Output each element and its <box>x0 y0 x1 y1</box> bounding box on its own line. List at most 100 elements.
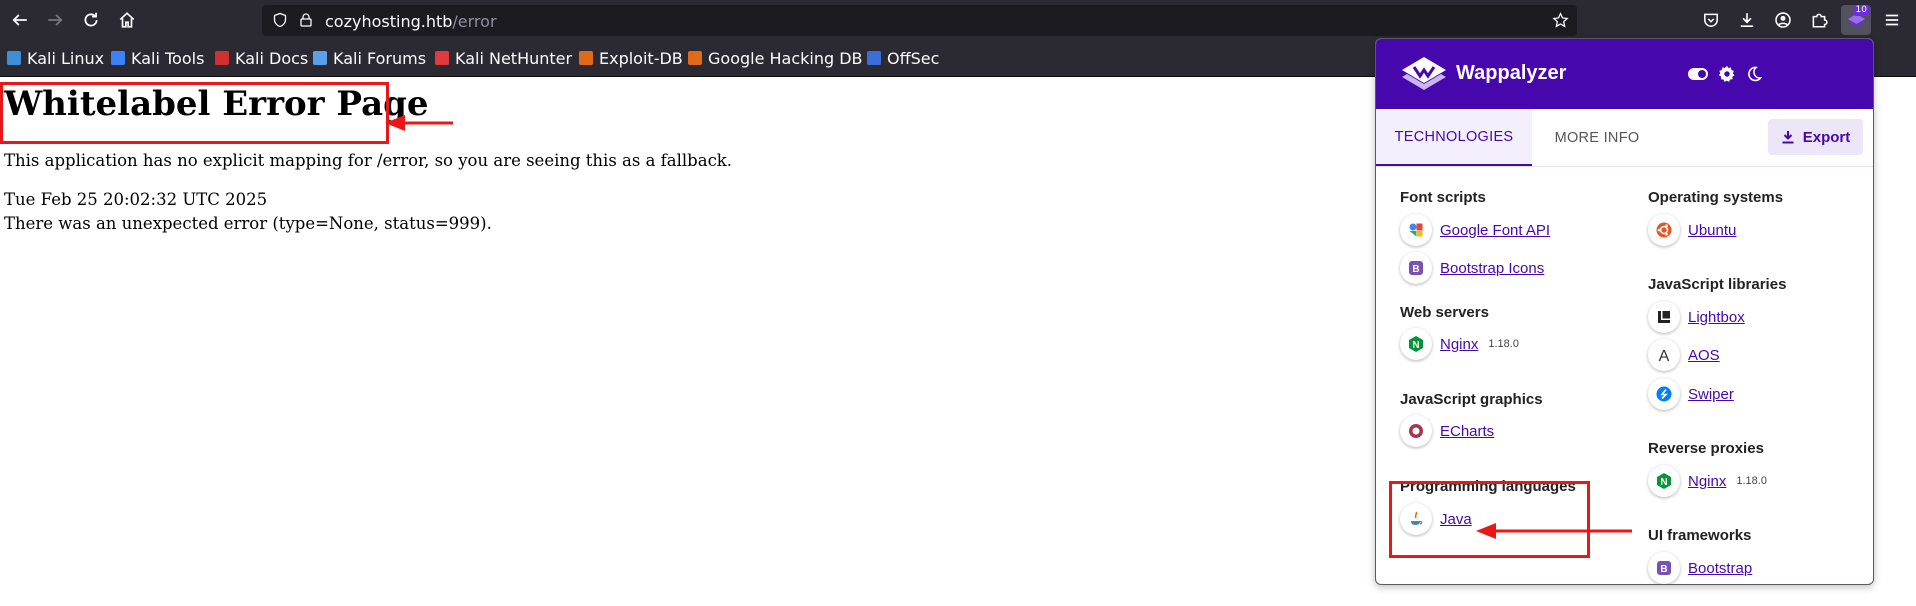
kali-forums-icon <box>313 51 327 65</box>
export-button[interactable]: Export <box>1768 119 1863 155</box>
swiper-icon <box>1648 378 1680 410</box>
tech-google-font-api[interactable]: Google Font API <box>1400 213 1550 247</box>
toggle-switch[interactable] <box>1686 62 1710 86</box>
exploit-db-icon <box>579 51 593 65</box>
tech-name[interactable]: Nginx <box>1688 473 1726 490</box>
dark-mode-button[interactable] <box>1742 62 1766 86</box>
tech-name[interactable]: AOS <box>1688 347 1720 364</box>
arrow-left-icon <box>12 14 27 26</box>
bookmark-kali-docs[interactable]: Kali Docs <box>215 48 308 68</box>
export-label: Export <box>1802 128 1851 146</box>
account-button[interactable] <box>1771 8 1795 32</box>
tech-name[interactable]: Ubuntu <box>1688 222 1736 239</box>
wappalyzer-extension-button[interactable]: 10 <box>1841 5 1871 35</box>
extensions-button[interactable] <box>1807 8 1831 32</box>
nginx-icon: N <box>1400 328 1432 360</box>
reload-icon <box>84 12 98 27</box>
puzzle-icon <box>1812 13 1828 28</box>
bookmark-label: Kali Docs <box>235 48 309 68</box>
category-operating-systems: Operating systems <box>1648 189 1784 206</box>
wappalyzer-extension-icon <box>1848 14 1865 27</box>
page-icon[interactable] <box>298 12 314 28</box>
svg-text:N: N <box>1412 340 1419 351</box>
pocket-icon <box>1704 13 1718 27</box>
echarts-icon <box>1400 415 1432 447</box>
google-font-icon <box>1400 214 1432 246</box>
tech-swiper[interactable]: Swiper <box>1648 377 1734 411</box>
bookmark-kali-tools[interactable]: Kali Tools <box>111 48 204 68</box>
tech-name[interactable]: Nginx <box>1440 336 1478 353</box>
offsec-icon <box>867 51 881 65</box>
bookmark-label: Kali Linux <box>27 48 105 68</box>
tech-ubuntu[interactable]: Ubuntu <box>1648 213 1736 247</box>
pocket-button[interactable] <box>1699 8 1723 32</box>
tab-more-info[interactable]: MORE INFO <box>1532 109 1662 166</box>
tech-name[interactable]: ECharts <box>1440 423 1494 440</box>
url-text[interactable]: cozyhosting.htb/error <box>325 12 497 31</box>
google-hacking-db-icon <box>688 51 702 65</box>
svg-text:N: N <box>1660 477 1667 488</box>
bookmark-kali-linux[interactable]: Kali Linux <box>7 48 104 68</box>
hamburger-icon <box>1885 14 1899 26</box>
tech-bootstrap-icons[interactable]: B Bootstrap Icons <box>1400 251 1544 285</box>
bootstrap-icon: B <box>1648 552 1680 584</box>
tech-lightbox[interactable]: Lightbox <box>1648 300 1745 334</box>
bookmark-kali-nethunter[interactable]: Kali NetHunter <box>435 48 572 68</box>
tech-name[interactable]: Lightbox <box>1688 309 1745 326</box>
settings-button[interactable] <box>1715 62 1739 86</box>
bookmark-label: Kali Tools <box>131 48 205 68</box>
download-icon <box>1740 13 1754 28</box>
home-icon <box>119 12 135 28</box>
bookmark-label: OffSec <box>887 48 940 68</box>
lightbox-icon <box>1648 301 1680 333</box>
forward-button[interactable] <box>43 8 67 32</box>
tech-nginx[interactable]: N Nginx 1.18.0 <box>1400 327 1519 361</box>
bookmark-exploit-db[interactable]: Exploit-DB <box>579 48 683 68</box>
back-button[interactable] <box>8 8 32 32</box>
bootstrap-icon: B <box>1400 252 1432 284</box>
svg-text:B: B <box>1660 564 1667 575</box>
category-javascript-libraries: JavaScript libraries <box>1648 276 1787 293</box>
home-button[interactable] <box>115 8 139 32</box>
tech-name[interactable]: Swiper <box>1688 386 1734 403</box>
wappalyzer-header: Wappalyzer <box>1376 39 1873 109</box>
downloads-button[interactable] <box>1735 8 1759 32</box>
tech-nginx-proxy[interactable]: N Nginx 1.18.0 <box>1648 464 1767 498</box>
url-path: /error <box>452 12 497 31</box>
url-bar[interactable]: cozyhosting.htb/error <box>262 5 1577 36</box>
tech-echarts[interactable]: ECharts <box>1400 414 1494 448</box>
shield-icon[interactable] <box>272 12 288 28</box>
bookmark-kali-forums[interactable]: Kali Forums <box>313 48 426 68</box>
title-highlight-box <box>0 82 389 144</box>
title-arrow-annotation <box>385 115 453 131</box>
menu-button[interactable] <box>1880 8 1904 32</box>
tech-aos[interactable]: A AOS <box>1648 338 1720 372</box>
category-ui-frameworks: UI frameworks <box>1648 527 1752 544</box>
kali-docs-icon <box>215 51 229 65</box>
arrow-right-icon <box>48 14 63 26</box>
wappalyzer-title: Wappalyzer <box>1456 62 1567 84</box>
ubuntu-icon <box>1648 214 1680 246</box>
tech-bootstrap[interactable]: B Bootstrap <box>1648 551 1752 584</box>
gear-icon <box>1718 65 1735 82</box>
category-font-scripts: Font scripts <box>1400 189 1486 206</box>
error-details: There was an unexpected error (type=None… <box>4 214 492 233</box>
bookmark-offsec[interactable]: OffSec <box>867 48 939 68</box>
reload-button[interactable] <box>79 8 103 32</box>
tech-name[interactable]: Bootstrap Icons <box>1440 260 1544 277</box>
bookmark-google-hacking-db[interactable]: Google Hacking DB <box>688 48 863 68</box>
category-javascript-graphics: JavaScript graphics <box>1400 391 1543 408</box>
browser-toolbar: cozyhosting.htb/error 10 <box>0 0 1916 41</box>
kali-nethunter-icon <box>435 51 449 65</box>
extension-badge: 10 <box>1853 5 1869 16</box>
bookmark-label: Kali Forums <box>333 48 427 68</box>
account-icon <box>1775 12 1791 28</box>
bookmark-star-icon[interactable] <box>1552 12 1569 29</box>
error-timestamp: Tue Feb 25 20:02:32 UTC 2025 <box>4 190 268 209</box>
tech-name[interactable]: Bootstrap <box>1688 560 1752 577</box>
tab-technologies[interactable]: TECHNOLOGIES <box>1376 109 1532 166</box>
bookmark-label: Google Hacking DB <box>708 48 863 68</box>
tech-name[interactable]: Google Font API <box>1440 222 1550 239</box>
kali-dragon-icon <box>7 51 21 65</box>
svg-text:B: B <box>1412 264 1419 275</box>
